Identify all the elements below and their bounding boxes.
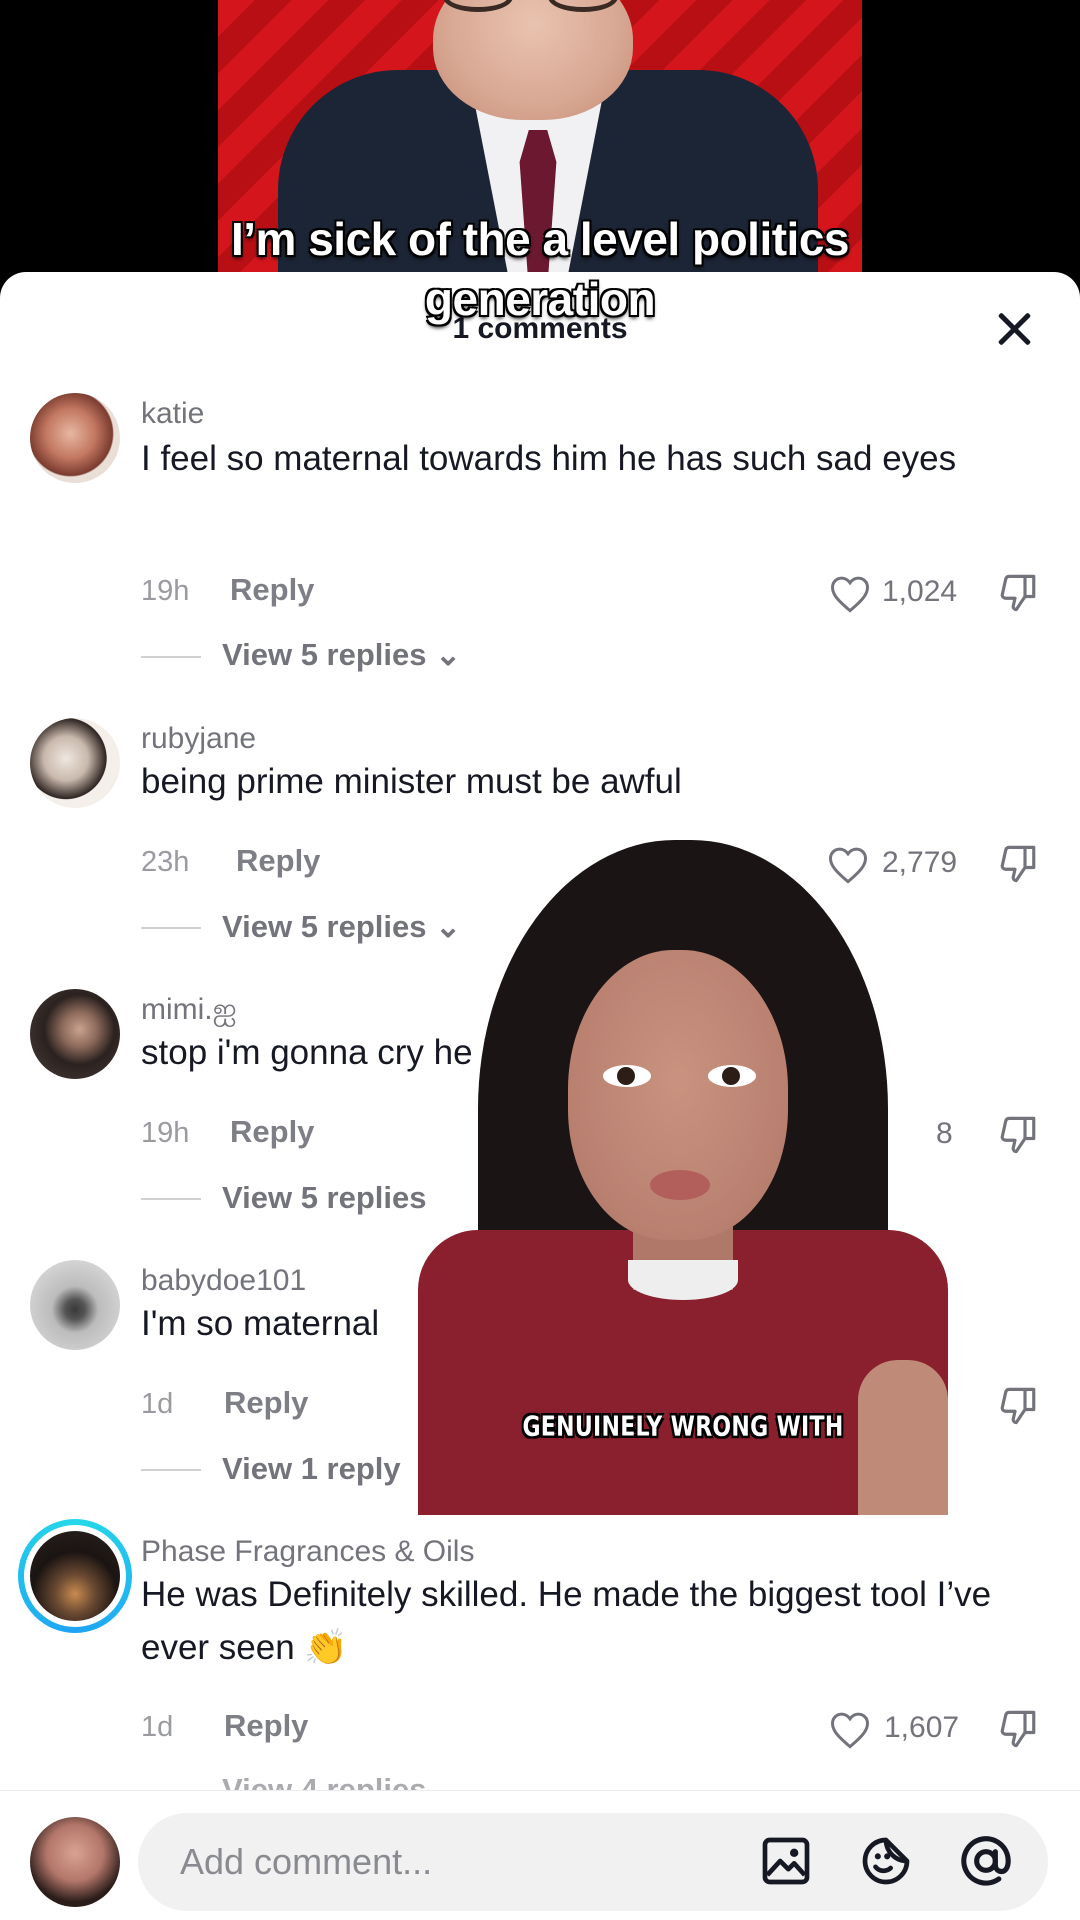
- overlay-person-lips: [650, 1170, 710, 1200]
- avatar[interactable]: [30, 1817, 120, 1907]
- view-replies-line: [141, 656, 201, 658]
- comment-time: 19h: [141, 1117, 190, 1149]
- overlay-person-eye: [708, 1065, 756, 1087]
- heart-icon[interactable]: [830, 1711, 870, 1749]
- view-replies-button[interactable]: View 1 reply: [222, 1451, 401, 1487]
- comment-username[interactable]: Phase Fragrances & Oils: [141, 1535, 474, 1569]
- video-person-glasses: [443, 0, 623, 14]
- reply-button[interactable]: Reply: [230, 572, 314, 608]
- reply-button[interactable]: Reply: [224, 1708, 308, 1744]
- sticker-icon[interactable]: [858, 1833, 914, 1889]
- overlay-person-collar: [628, 1260, 738, 1300]
- comment-composer: Add comment...: [0, 1790, 1080, 1920]
- view-replies-line: [141, 1198, 201, 1200]
- comment-text: I feel so maternal towards him he has su…: [141, 439, 957, 478]
- view-replies-button[interactable]: View 5 replies: [222, 1180, 427, 1216]
- comments-sheet: 1 comments katie I feel so maternal towa…: [0, 272, 1080, 1920]
- comment-username[interactable]: babydoe101: [141, 1264, 306, 1298]
- avatar[interactable]: [30, 393, 120, 483]
- like-count: 1,024: [882, 575, 958, 608]
- chevron-down-icon: ⌄: [435, 637, 462, 672]
- like-count: 1,607: [884, 1711, 960, 1744]
- comment-text: He was Definitely skilled. He made the b…: [141, 1575, 992, 1667]
- comment-text: being prime minister must be awful: [141, 762, 682, 801]
- reply-button[interactable]: Reply: [236, 843, 320, 879]
- comment-input-placeholder: Add comment...: [180, 1841, 433, 1882]
- dislike-icon[interactable]: [997, 1114, 1039, 1156]
- comment-username[interactable]: rubyjane: [141, 722, 256, 756]
- overlay-person-eye: [603, 1065, 651, 1087]
- comment-input[interactable]: Add comment...: [138, 1813, 1048, 1911]
- view-replies-button[interactable]: View 5 replies ⌄: [222, 637, 461, 673]
- view-replies-line: [141, 1469, 201, 1471]
- avatar[interactable]: [30, 718, 120, 808]
- reply-button[interactable]: Reply: [224, 1385, 308, 1421]
- video-caption-line2: generation: [424, 273, 656, 325]
- comment-time: 1d: [141, 1711, 174, 1743]
- video-caption-line1: I’m sick of the a level politics: [230, 213, 850, 265]
- comment-time: 1d: [141, 1388, 174, 1420]
- comment-time: 23h: [141, 846, 190, 878]
- dislike-icon[interactable]: [997, 843, 1039, 885]
- image-icon[interactable]: [758, 1833, 814, 1889]
- dislike-icon[interactable]: [997, 1385, 1039, 1427]
- dislike-icon[interactable]: [997, 572, 1039, 614]
- avatar[interactable]: [30, 1260, 120, 1350]
- mention-icon[interactable]: [958, 1833, 1014, 1889]
- overlay-caption: GENUINELY WRONG WITH: [522, 1411, 844, 1444]
- comment-username[interactable]: katie: [141, 397, 204, 431]
- avatar[interactable]: [30, 989, 120, 1079]
- dislike-icon[interactable]: [997, 1708, 1039, 1750]
- view-replies-line: [141, 927, 201, 929]
- avatar[interactable]: [30, 1531, 120, 1621]
- comment-time: 19h: [141, 575, 190, 607]
- heart-icon[interactable]: [830, 575, 870, 613]
- creator-video-overlay[interactable]: GENUINELY WRONG WITH: [418, 840, 948, 1515]
- reply-button[interactable]: Reply: [230, 1114, 314, 1150]
